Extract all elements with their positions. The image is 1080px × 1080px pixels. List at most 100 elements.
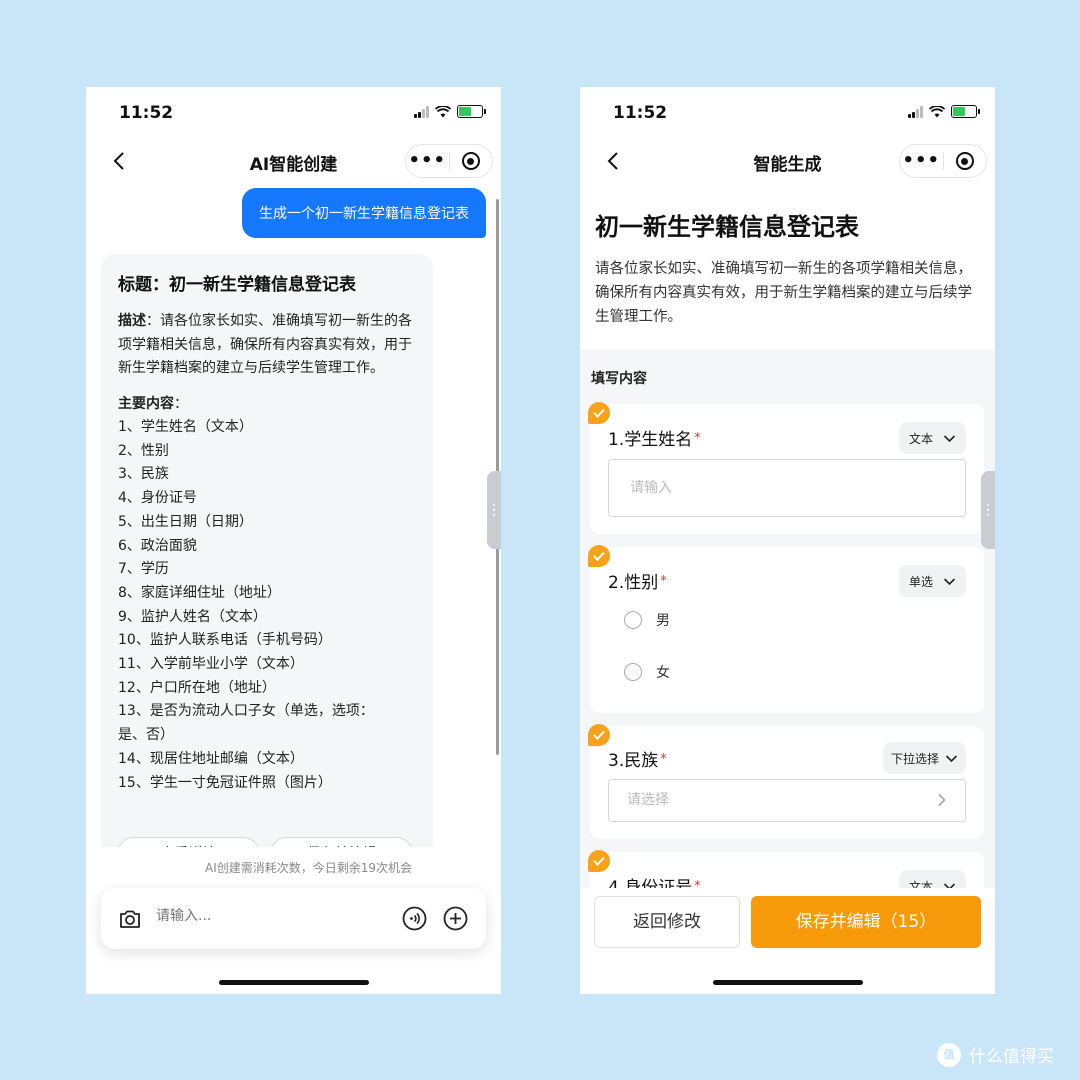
chevron-right-icon (938, 793, 946, 807)
main-colon: ： (174, 395, 188, 412)
chat-input-area: AI创建需消耗次数，今日剩余19次机会 (86, 847, 501, 994)
ai-card-description: 描述：请各位家长如实、准确填写初一新生的各项学籍相关信息，确保所有内容真实有效，… (118, 310, 416, 381)
field-type-label: 文本 (908, 431, 933, 446)
required-mark: * (694, 879, 701, 888)
select-placeholder: 请选择 (627, 792, 669, 808)
watermark-logo: 值 (937, 1042, 961, 1067)
chat-input-bar (101, 888, 486, 949)
wifi-icon (435, 105, 451, 117)
mini-program-capsule: ••• (405, 144, 493, 178)
field-type-label: 下拉选择 (890, 751, 939, 766)
list-item: 14、现居住地址邮编（文本） (118, 750, 304, 767)
list-item: 7、学历 (118, 561, 169, 578)
list-item: 是、否） (118, 727, 174, 744)
close-target-icon[interactable] (450, 152, 493, 170)
chevron-down-icon (943, 434, 956, 442)
back-to-edit-button[interactable]: 返回修改 (594, 896, 740, 948)
signal-icon (908, 105, 923, 118)
main-content-heading: 主要内容： (118, 393, 416, 417)
save-and-edit-button[interactable]: 保存并编辑（15） (751, 896, 981, 948)
view-details-button[interactable]: 查看详情 (117, 837, 260, 847)
status-bar: 11:52 (580, 87, 995, 139)
desc-label: 描述 (118, 313, 146, 329)
plus-icon[interactable] (443, 906, 468, 931)
field-type-dropdown[interactable]: 单选 (898, 565, 966, 597)
question-card-2: 2.性别 * 单选 男 女 (588, 545, 984, 713)
chat-area[interactable]: 生成一个初一新生学籍信息登记表 标题：初一新生学籍信息登记表 描述：请各位家长如… (86, 183, 501, 847)
chevron-down-icon (945, 754, 958, 762)
more-dots-icon[interactable]: ••• (406, 145, 449, 177)
home-indicator (218, 980, 369, 985)
question-card-4: 4.身份证号 * 文本 (588, 850, 984, 889)
form-area[interactable]: 初一新生学籍信息登记表 请各位家长如实、准确填写初一新生的各项学籍相关信息，确保… (580, 183, 995, 888)
battery-icon (457, 105, 486, 118)
card-button-row: 查看详情 保存并编辑 (117, 837, 413, 847)
check-icon (588, 850, 610, 872)
list-item: 12、户口所在地（地址） (118, 679, 276, 696)
check-icon (588, 724, 610, 746)
status-time: 11:52 (613, 103, 668, 123)
question-card-3: 3.民族 * 下拉选择 请选择 (588, 724, 984, 839)
list-item: 4、身份证号 (118, 490, 197, 507)
status-icons (908, 105, 980, 118)
chevron-down-icon (943, 577, 956, 585)
list-item: 13、是否为流动人口子女（单选，选项： (118, 703, 374, 720)
list-item: 8、家庭详细住址（地址） (118, 584, 281, 601)
field-type-dropdown[interactable]: 文本 (898, 870, 966, 889)
list-item: 2、性别 (118, 442, 169, 459)
ai-response-card: 标题：初一新生学籍信息登记表 描述：请各位家长如实、准确填写初一新生的各项学籍相… (101, 254, 433, 847)
form-body: 填写内容 1.学生姓名 * 文本 请输入 2.性别 * 单选 男 女 3.民族 * 下… (580, 349, 995, 888)
list-item: 10、监护人联系电话（手机号码） (118, 632, 332, 649)
save-and-edit-button[interactable]: 保存并编辑 (270, 837, 413, 847)
radio-circle[interactable] (624, 611, 642, 629)
required-mark: * (694, 431, 701, 446)
list-item: 9、监护人姓名（文本） (118, 608, 267, 625)
question-label: 4.身份证号 * (608, 873, 701, 888)
list-item: 11、入学前毕业小学（文本） (118, 656, 304, 673)
check-icon (588, 402, 610, 424)
question-label: 2.性别 * (608, 568, 667, 593)
field-type-label: 文本 (908, 879, 933, 889)
nav-bar: AI智能创建 ••• (86, 139, 501, 183)
required-mark: * (660, 752, 667, 767)
camera-icon[interactable] (118, 907, 142, 931)
required-mark: * (660, 574, 667, 589)
question-text: 4.身份证号 (608, 878, 693, 888)
question-label: 3.民族 * (608, 746, 667, 771)
voice-icon[interactable] (402, 906, 427, 931)
radio-option-male[interactable]: 男 (624, 610, 670, 630)
signal-icon (414, 105, 429, 118)
radio-circle[interactable] (624, 663, 642, 681)
watermark: 值 什么值得买 (937, 1042, 1054, 1067)
more-dots-icon[interactable]: ••• (900, 145, 943, 177)
select-field[interactable]: 请选择 (608, 779, 966, 822)
watermark-text: 什么值得买 (969, 1047, 1054, 1067)
section-label: 填写内容 (591, 371, 647, 387)
chat-input[interactable] (156, 908, 386, 924)
form-description: 请各位家长如实、准确填写初一新生的各项学籍相关信息，确保所有内容真实有效，用于新… (595, 261, 972, 325)
close-target-icon[interactable] (944, 152, 987, 170)
text-input-field[interactable]: 请输入 (608, 459, 966, 517)
nav-bar: 智能生成 ••• (580, 139, 995, 183)
check-icon (588, 545, 610, 567)
ai-card-title: 标题：初一新生学籍信息登记表 (118, 275, 356, 295)
list-item: 1、学生姓名（文本） (118, 419, 253, 435)
list-item: 6、政治面貌 (118, 537, 197, 554)
left-phone-screen: 11:52 AI智能创建 ••• 生成一个初一新生学籍信息登记表 标题：初一新生… (86, 87, 501, 994)
content-item-list: 1、学生姓名（文本） 2、性别 3、民族 4、身份证号 5、出生日期（日期） 6… (118, 416, 416, 795)
list-item: 5、出生日期（日期） (118, 513, 253, 530)
radio-option-female[interactable]: 女 (624, 662, 670, 682)
radio-label: 男 (656, 613, 670, 629)
field-type-dropdown[interactable]: 文本 (898, 422, 966, 454)
question-text: 2.性别 (608, 573, 659, 593)
side-drag-handle[interactable] (981, 471, 995, 549)
question-text: 3.民族 (608, 751, 659, 771)
field-type-label: 单选 (908, 574, 933, 589)
list-item: 15、学生一寸免冠证件照（图片） (118, 774, 332, 791)
radio-label: 女 (656, 665, 670, 681)
form-header: 初一新生学籍信息登记表 请各位家长如实、准确填写初一新生的各项学籍相关信息，确保… (580, 183, 995, 349)
desc-text: ：请各位家长如实、准确填写初一新生的各项学籍相关信息，确保所有内容真实有效，用于… (118, 313, 412, 376)
field-type-dropdown[interactable]: 下拉选择 (882, 742, 966, 774)
side-drag-handle[interactable] (487, 471, 501, 549)
main-label: 主要内容 (118, 395, 174, 412)
